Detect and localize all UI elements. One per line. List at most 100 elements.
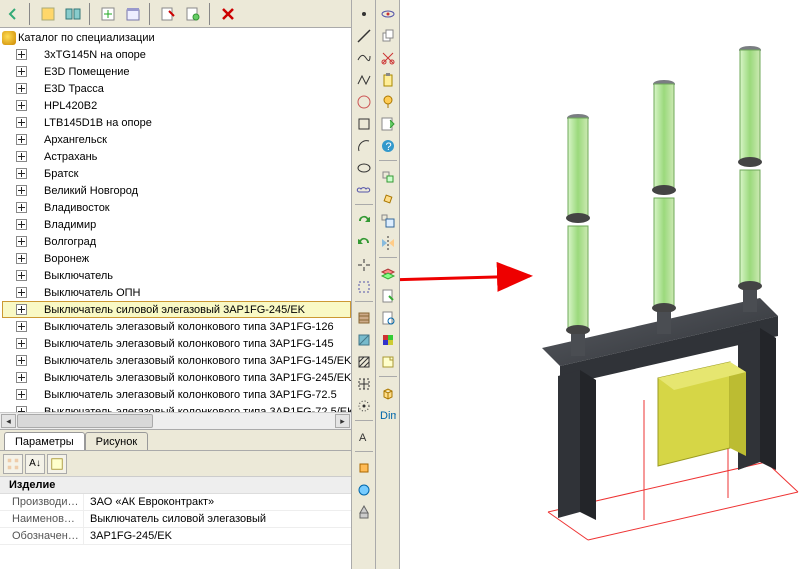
property-row[interactable]: Наименован...Выключатель силовой элегазо… <box>0 511 351 528</box>
hatch3-tool[interactable] <box>354 352 374 372</box>
scroll-right-button[interactable]: ▸ <box>335 414 350 428</box>
rotate-tool[interactable] <box>378 189 398 209</box>
tree-item[interactable]: 3xTG145N на опоре <box>2 46 351 63</box>
tree-button-6[interactable] <box>182 3 204 25</box>
tree-item[interactable]: E3D Трасса <box>2 80 351 97</box>
paste-tool[interactable] <box>378 70 398 90</box>
expander-icon[interactable] <box>16 66 27 77</box>
expander-icon[interactable] <box>16 202 27 213</box>
expander-icon[interactable] <box>16 389 27 400</box>
3d-viewport[interactable] <box>400 0 800 569</box>
cloud-tool[interactable] <box>354 180 374 200</box>
misc-tool-3[interactable] <box>354 502 374 522</box>
tree-item[interactable]: Выключатель элегазовый колонкового типа … <box>2 386 351 403</box>
tree-button-4[interactable] <box>122 3 144 25</box>
tree-item[interactable]: Владимир <box>2 216 351 233</box>
tree-item[interactable]: Выключатель элегазовый колонкового типа … <box>2 352 351 369</box>
scroll-left-button[interactable]: ◂ <box>1 414 16 428</box>
help-icon[interactable]: ? <box>378 136 398 156</box>
tree-item[interactable]: Выключатель элегазовый колонкового типа … <box>2 318 351 335</box>
circle-tool[interactable] <box>354 92 374 112</box>
undo-icon[interactable] <box>354 233 374 253</box>
tree-item[interactable]: HPL420B2 <box>2 97 351 114</box>
tree-item[interactable]: Великий Новгород <box>2 182 351 199</box>
tree-item[interactable]: Выключатель элегазовый колонкового типа … <box>2 335 351 352</box>
expander-icon[interactable] <box>16 219 27 230</box>
edit-doc-tool[interactable] <box>378 286 398 306</box>
expander-icon[interactable] <box>16 338 27 349</box>
dim-label[interactable]: Dim <box>378 405 398 425</box>
polyline-tool[interactable] <box>354 70 374 90</box>
square-tool[interactable] <box>354 114 374 134</box>
color-tool[interactable] <box>378 330 398 350</box>
expander-icon[interactable] <box>16 117 27 128</box>
hatch-tool[interactable] <box>354 308 374 328</box>
balloon-tool[interactable] <box>378 92 398 112</box>
spline-tool[interactable] <box>354 48 374 68</box>
delete-button[interactable] <box>217 3 239 25</box>
copy-tool[interactable] <box>378 26 398 46</box>
redo-icon[interactable] <box>354 211 374 231</box>
tree-item[interactable]: Архангельск <box>2 131 351 148</box>
edit-tool[interactable] <box>378 114 398 134</box>
tree-root-row[interactable]: Каталог по специализации <box>2 30 351 46</box>
prop-tool-button[interactable] <box>47 454 67 474</box>
tree-button-5[interactable] <box>157 3 179 25</box>
expander-icon[interactable] <box>16 321 27 332</box>
tree-item[interactable]: Владивосток <box>2 199 351 216</box>
catalog-tree[interactable]: Каталог по специализации 3xTG145N на опо… <box>0 28 351 412</box>
note-tool[interactable] <box>378 352 398 372</box>
expander-icon[interactable] <box>16 287 27 298</box>
prop-sort-cat-button[interactable] <box>3 454 23 474</box>
mirror-tool[interactable] <box>378 233 398 253</box>
dot-tool[interactable] <box>354 4 374 24</box>
expander-icon[interactable] <box>16 185 27 196</box>
arc-tool[interactable] <box>354 136 374 156</box>
property-row[interactable]: Обозначени...3AP1FG-245/EK <box>0 528 351 545</box>
rect-sel-tool[interactable] <box>354 277 374 297</box>
tree-h-scrollbar[interactable]: ◂ ▸ <box>0 412 351 429</box>
point-tool[interactable] <box>354 396 374 416</box>
tree-item[interactable]: Выключатель силовой элегазовый 3AP1FG-24… <box>2 301 351 318</box>
line-tool[interactable] <box>354 26 374 46</box>
tree-item[interactable]: Воронеж <box>2 250 351 267</box>
tree-item[interactable]: Волгоград <box>2 233 351 250</box>
tree-item[interactable]: Астрахань <box>2 148 351 165</box>
scale-tool[interactable] <box>378 211 398 231</box>
view-doc-tool[interactable] <box>378 308 398 328</box>
expander-icon[interactable] <box>16 253 27 264</box>
layer-tool[interactable] <box>378 264 398 284</box>
cut-tool[interactable] <box>378 48 398 68</box>
expander-icon[interactable] <box>16 49 27 60</box>
tree-item[interactable]: Выключатель элегазовый колонкового типа … <box>2 369 351 386</box>
tree-button-1[interactable] <box>37 3 59 25</box>
tree-item[interactable]: Выключатель ОПН <box>2 284 351 301</box>
property-row[interactable]: Производит...ЗАО «АК Евроконтракт» <box>0 494 351 511</box>
tree-item[interactable]: LTB145D1B на опоре <box>2 114 351 131</box>
nav-back-button[interactable] <box>2 3 24 25</box>
text-tool[interactable]: A <box>354 427 374 447</box>
expander-icon[interactable] <box>16 151 27 162</box>
tree-button-3[interactable] <box>97 3 119 25</box>
tree-item[interactable]: E3D Помещение <box>2 63 351 80</box>
move-tool[interactable] <box>378 167 398 187</box>
expander-icon[interactable] <box>16 83 27 94</box>
tree-item[interactable]: Выключатель <box>2 267 351 284</box>
tab-drawing[interactable]: Рисунок <box>85 432 149 450</box>
tree-button-2[interactable] <box>62 3 84 25</box>
expander-icon[interactable] <box>16 100 27 111</box>
tree-item[interactable]: Выключатель элегазовый колонкового типа … <box>2 403 351 412</box>
expander-icon[interactable] <box>16 304 27 315</box>
ellipse-tool[interactable] <box>354 158 374 178</box>
expander-icon[interactable] <box>16 168 27 179</box>
trim-tool[interactable] <box>354 255 374 275</box>
prop-sort-az-button[interactable]: A↓ <box>25 454 45 474</box>
expander-icon[interactable] <box>16 236 27 247</box>
misc-tool-2[interactable] <box>354 480 374 500</box>
expander-icon[interactable] <box>16 355 27 366</box>
expander-icon[interactable] <box>16 372 27 383</box>
box-3d-tool[interactable] <box>378 383 398 403</box>
hatch2-tool[interactable] <box>354 330 374 350</box>
orbit-icon[interactable] <box>378 4 398 24</box>
tab-params[interactable]: Параметры <box>4 432 85 450</box>
